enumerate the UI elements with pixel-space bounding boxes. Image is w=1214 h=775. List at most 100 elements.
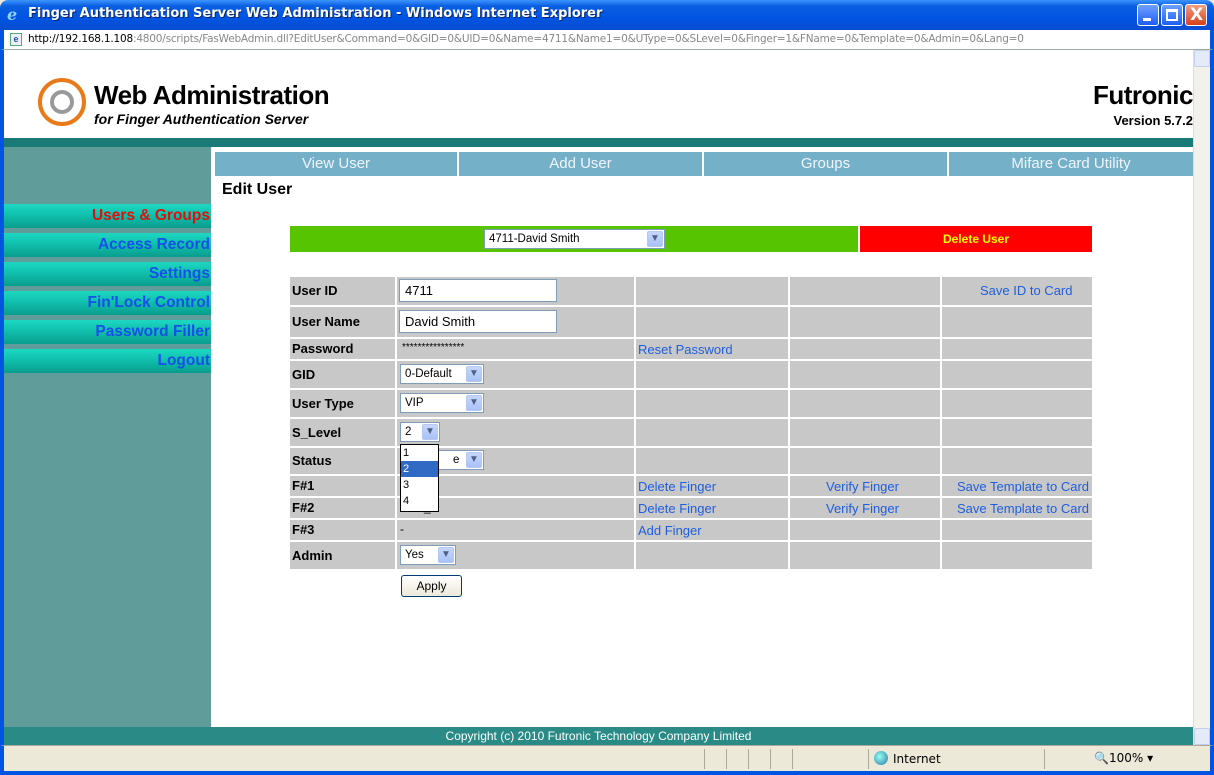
user-select-value: 4711-David Smith [489, 233, 580, 245]
user-select[interactable]: 4711-David Smith ▼ [484, 229, 665, 249]
table-cell [790, 448, 940, 474]
page-icon: e [10, 33, 22, 46]
status-divider [770, 749, 771, 769]
sidebar-item-settings[interactable]: Settings [4, 262, 211, 286]
sidebar-item-access-record[interactable]: Access Record [4, 233, 211, 257]
table-cell [636, 419, 788, 446]
password-mask: **************** [402, 342, 465, 353]
delete-user-button[interactable]: Delete User [860, 226, 1092, 252]
sidebar-item-finlock-control[interactable]: Fin'Lock Control [4, 291, 211, 315]
window-title: Finger Authentication Server Web Adminis… [28, 6, 603, 21]
table-cell [790, 307, 940, 337]
table-cell [397, 520, 634, 540]
page-title: Web Administration [94, 80, 330, 110]
address-bar[interactable]: e http://192.168.1.108:4800/scripts/FasW… [0, 30, 1214, 50]
sidebar-item-logout[interactable]: Logout [4, 349, 211, 373]
delete-finger-1-link[interactable]: Delete Finger [638, 479, 716, 494]
delete-finger-2-link[interactable]: Delete Finger [638, 501, 716, 516]
table-cell [636, 307, 788, 337]
user-id-label: User ID [290, 277, 395, 305]
apply-button[interactable]: Apply [401, 575, 462, 597]
status-divider [1044, 749, 1045, 769]
s-level-dropdown-list[interactable]: 1 2 3 4 [400, 444, 439, 512]
finger-3-value: - [400, 522, 404, 536]
sidebar-item-password-filler[interactable]: Password Filler [4, 320, 211, 344]
status-divider [748, 749, 749, 769]
save-template-2-link[interactable]: Save Template to Card [957, 501, 1089, 516]
status-divider [868, 749, 869, 769]
table-cell [790, 339, 940, 359]
s-level-option[interactable]: 1 [401, 445, 438, 461]
table-cell [942, 361, 1092, 388]
status-divider [792, 749, 793, 769]
status-bar: Internet 🔍100% ▾ [0, 745, 1214, 775]
table-cell [636, 361, 788, 388]
chevron-down-icon[interactable]: ▼ [466, 366, 482, 382]
finger-2-label: F#2 [290, 498, 395, 518]
user-name-input[interactable]: David Smith [399, 310, 557, 333]
futronic-logo-icon [38, 78, 86, 126]
tab-groups[interactable]: Groups [704, 152, 949, 176]
gid-select-value: 0-Default [405, 368, 452, 380]
maximize-button[interactable] [1161, 4, 1183, 26]
admin-select-value: Yes [405, 549, 424, 561]
table-cell [790, 390, 940, 417]
close-icon: X [1190, 5, 1204, 25]
url-path: :4800/scripts/FasWebAdmin.dll?EditUser&C… [132, 33, 1024, 45]
tab-add-user[interactable]: Add User [459, 152, 704, 176]
chevron-down-icon[interactable]: ▼ [466, 395, 482, 411]
vertical-scrollbar[interactable] [1193, 50, 1210, 745]
minimize-icon [1143, 18, 1151, 21]
s-level-label: S_Level [290, 419, 395, 446]
verify-finger-1-link[interactable]: Verify Finger [826, 479, 899, 494]
table-cell [942, 448, 1092, 474]
chevron-down-icon[interactable]: ▼ [466, 452, 482, 468]
s-level-select[interactable]: 2 ▼ [400, 422, 440, 442]
finger-1-label: F#1 [290, 476, 395, 496]
window-title-bar[interactable]: e Finger Authentication Server Web Admin… [0, 0, 1214, 30]
reset-password-link[interactable]: Reset Password [638, 342, 733, 357]
user-type-select-value: VIP [405, 397, 424, 409]
save-template-1-link[interactable]: Save Template to Card [957, 479, 1089, 494]
s-level-option[interactable]: 4 [401, 493, 438, 509]
sidebar-item-users-groups[interactable]: Users & Groups [4, 204, 211, 228]
zone-label: Internet [893, 752, 941, 766]
save-id-to-card-link[interactable]: Save ID to Card [980, 283, 1073, 298]
chevron-down-icon[interactable]: ▼ [422, 424, 438, 440]
section-heading: Edit User [222, 181, 293, 198]
user-type-select[interactable]: VIP ▼ [400, 393, 484, 413]
s-level-option[interactable]: 3 [401, 477, 438, 493]
table-cell [790, 361, 940, 388]
s-level-option-selected[interactable]: 2 [401, 461, 438, 477]
table-cell [636, 277, 788, 305]
user-id-input[interactable]: 4711 [399, 279, 557, 302]
url-text[interactable]: http://192.168.1.108:4800/scripts/FasWeb… [28, 33, 1024, 45]
scroll-down-icon[interactable] [1194, 728, 1210, 745]
minimize-button[interactable] [1137, 4, 1159, 26]
table-cell [942, 307, 1092, 337]
security-zone[interactable]: Internet [874, 751, 941, 766]
verify-finger-2-link[interactable]: Verify Finger [826, 501, 899, 516]
close-button[interactable]: X [1185, 4, 1207, 26]
table-cell [636, 390, 788, 417]
globe-icon [874, 751, 888, 765]
add-finger-link[interactable]: Add Finger [638, 523, 702, 538]
password-label: Password [290, 339, 395, 359]
scroll-up-icon[interactable] [1194, 50, 1210, 67]
table-cell [790, 277, 940, 305]
tab-mifare-card-utility[interactable]: Mifare Card Utility [949, 152, 1193, 176]
internet-explorer-icon: e [7, 5, 18, 24]
chevron-down-icon[interactable]: ▼ [438, 547, 454, 563]
brand-name: Futronic [1093, 80, 1194, 110]
chevron-down-icon[interactable]: ▼ [647, 231, 663, 247]
tab-view-user[interactable]: View User [215, 152, 459, 176]
table-cell [942, 419, 1092, 446]
sidebar: Users & Groups Access Record Settings Fi… [4, 147, 211, 727]
zoom-level: 100% [1108, 751, 1144, 765]
gid-select[interactable]: 0-Default ▼ [400, 364, 484, 384]
s-level-select-value: 2 [405, 426, 412, 438]
table-cell [790, 419, 940, 446]
admin-select[interactable]: Yes ▼ [400, 545, 456, 565]
zoom-control[interactable]: 🔍100% ▾ [1094, 751, 1153, 765]
user-name-label: User Name [290, 307, 395, 337]
